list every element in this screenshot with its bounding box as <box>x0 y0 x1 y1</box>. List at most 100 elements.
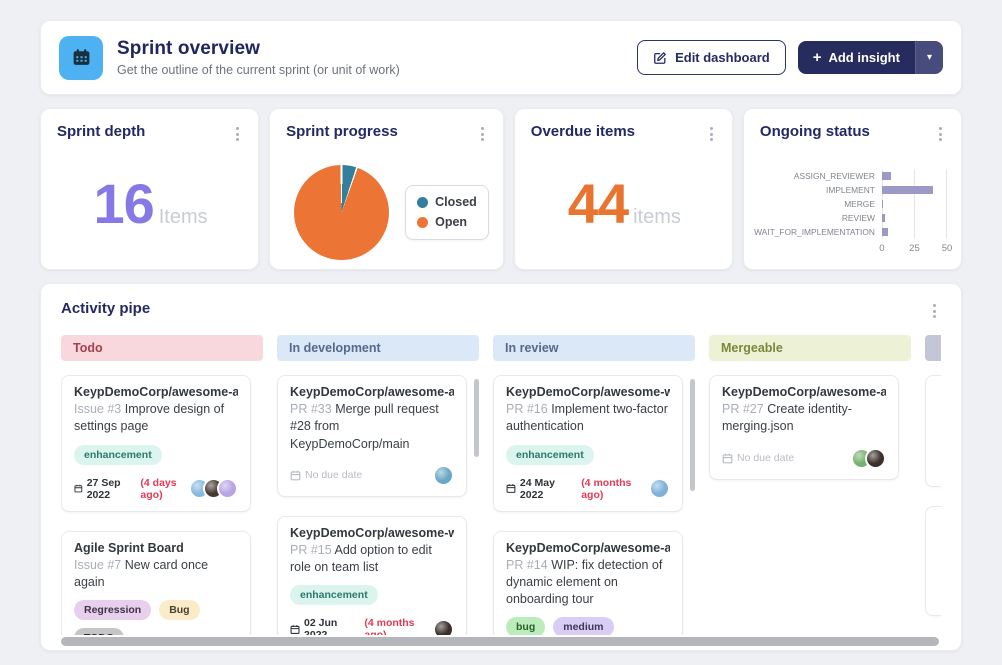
axis-tick-label: 0 <box>879 243 885 254</box>
widget-sprint-depth: Sprint depth 16 Items <box>40 108 260 270</box>
kanban-column-todo: Todo KeypDemoCorp/awesome-ap... Issue #3… <box>61 335 263 635</box>
widget-ongoing-status: Ongoing status ASSIGN_REVIEWER IMPLEMENT… <box>742 108 963 270</box>
bar-category-label: IMPLEMENT <box>826 185 875 195</box>
edit-icon <box>654 51 666 64</box>
kanban-card[interactable] <box>925 506 941 616</box>
card-footer: 02 Jun 2022(4 months ago) <box>290 617 454 635</box>
sprint-progress-pie <box>294 165 390 260</box>
widget-title: Ongoing status <box>759 123 870 140</box>
add-insight-label: Add insight <box>828 50 900 65</box>
bar-track <box>881 197 948 211</box>
kanban-card[interactable]: KeypDemoCorp/awesome-ap... PR #14 WIP: f… <box>493 530 683 635</box>
pie-legend: Closed Open <box>405 185 489 240</box>
due-date: No due date <box>722 452 800 464</box>
kanban-card[interactable]: Agile Sprint Board Issue #7 New card onc… <box>61 530 251 635</box>
kebab-menu-icon[interactable] <box>231 123 244 145</box>
kebab-menu-icon[interactable] <box>934 123 947 145</box>
avatar[interactable] <box>649 478 670 499</box>
due-date: 27 Sep 2022 (4 days ago) <box>74 477 189 501</box>
kanban-card[interactable] <box>925 375 941 487</box>
card-footer: No due date <box>290 464 454 486</box>
chevron-down-icon: ▾ <box>926 52 932 63</box>
tag-enhancement[interactable]: enhancement <box>506 444 594 465</box>
tag-enhancement[interactable]: enhancement <box>290 585 378 606</box>
tag-regression[interactable]: Regression <box>74 600 152 620</box>
column-cards <box>925 375 941 635</box>
tag-medium[interactable]: medium <box>553 617 614 635</box>
kebab-menu-icon[interactable] <box>705 123 718 145</box>
header-text: Sprint overview Get the outline of the c… <box>117 38 400 77</box>
avatar-group <box>649 478 670 499</box>
avatar[interactable] <box>865 447 886 469</box>
card-description: Issue #3 Improve design of settings page <box>74 401 238 436</box>
kanban-column-in-development: In development KeypDemoCorp/awesome-ap..… <box>277 335 479 635</box>
column-header-in-development: In development <box>277 335 479 361</box>
card-repo: KeypDemoCorp/awesome-ap... <box>290 385 454 399</box>
card-repo: KeypDemoCorp/awesome-api-... <box>722 385 886 399</box>
card-description: PR #33 Merge pull request #28 from KeypD… <box>290 401 454 453</box>
card-repo: KeypDemoCorp/awesome-ap... <box>74 385 238 399</box>
avatar[interactable] <box>433 618 454 635</box>
kebab-menu-icon[interactable] <box>928 300 941 322</box>
tag-list: enhancement <box>74 444 238 465</box>
legend-dot <box>417 216 429 228</box>
due-date: No due date <box>290 469 368 481</box>
add-insight-dropdown-button[interactable]: ▾ <box>914 41 943 74</box>
card-ref: Issue #3 <box>74 402 122 416</box>
tag-enhancement[interactable]: enhancement <box>74 444 162 465</box>
kanban-column-in-review: In review KeypDemoCorp/awesome-w... PR #… <box>493 335 695 635</box>
overdue-items-value: 44 <box>567 172 629 235</box>
tag-bug[interactable]: Bug <box>159 600 200 620</box>
kanban-card[interactable]: KeypDemoCorp/awesome-api-... PR #27 Crea… <box>709 375 899 480</box>
widget-title: Sprint depth <box>57 123 146 140</box>
avatar[interactable] <box>433 464 454 486</box>
card-ref: Issue #7 <box>74 557 122 572</box>
column-header-mergeable: Mergeable <box>709 335 911 361</box>
calendar-icon <box>506 484 516 493</box>
widget-title: Overdue items <box>530 123 636 140</box>
overdue-items-unit: items <box>633 206 681 228</box>
legend-item-closed: Closed <box>417 193 477 212</box>
tag-todo[interactable]: TODO <box>74 628 125 635</box>
card-description: PR #14 WIP: fix detection of dynamic ele… <box>506 557 670 609</box>
add-insight-split-button: + Add insight ▾ <box>797 41 943 74</box>
tag-bug[interactable]: bug <box>506 617 546 635</box>
kanban-card[interactable]: KeypDemoCorp/awesome-ap... PR #33 Merge … <box>277 375 467 497</box>
kanban-card[interactable]: KeypDemoCorp/awesome-w... PR #16 Impleme… <box>493 375 683 512</box>
bar <box>881 200 884 208</box>
axis-tick-label: 25 <box>909 243 920 254</box>
avatar[interactable] <box>217 478 238 499</box>
edit-dashboard-label: Edit dashboard <box>675 50 770 65</box>
calendar-icon <box>74 484 83 493</box>
column-cards: KeypDemoCorp/awesome-ap... Issue #3 Impr… <box>61 375 263 635</box>
widget-overdue-items: Overdue items 44 items <box>513 108 733 270</box>
bar-category-label: WAIT_FOR_IMPLEMENTATION <box>754 227 875 237</box>
card-description: PR #27 Create identity-merging.json <box>722 401 886 436</box>
card-repo: KeypDemoCorp/awesome-ap... <box>506 540 670 555</box>
due-date: 24 May 2022 (4 months ago) <box>506 477 649 501</box>
tag-list: enhancement <box>290 585 454 606</box>
activity-pipe-panel: Activity pipe Todo KeypDemoCorp/awesome-… <box>40 283 962 651</box>
calendar-icon <box>290 470 301 481</box>
add-insight-button[interactable]: + Add insight <box>797 41 915 74</box>
column-header-in-review: In review <box>493 335 695 361</box>
calendar-icon <box>59 35 103 80</box>
calendar-icon <box>722 453 733 463</box>
edit-dashboard-button[interactable]: Edit dashboard <box>637 40 786 75</box>
widget-title: Sprint progress <box>286 123 398 140</box>
x-axis: 0 25 50 <box>760 239 952 257</box>
legend-item-open: Open <box>417 213 477 232</box>
overdue-items-stat: 44 items <box>531 171 718 236</box>
horizontal-scrollbar[interactable] <box>61 637 939 646</box>
kanban-card[interactable]: KeypDemoCorp/awesome-ap... Issue #3 Impr… <box>61 375 251 512</box>
bar <box>881 214 885 222</box>
column-scrollbar[interactable] <box>474 379 479 457</box>
column-cards: KeypDemoCorp/awesome-api-... PR #27 Crea… <box>709 375 911 480</box>
axis-tick-label: 50 <box>941 243 953 254</box>
legend-dot <box>417 197 429 209</box>
column-scrollbar[interactable] <box>690 379 695 491</box>
column-header-partial <box>925 335 941 361</box>
kebab-menu-icon[interactable] <box>476 123 489 145</box>
card-description: PR #15 Add option to edit role on team l… <box>290 542 454 577</box>
kanban-card[interactable]: KeypDemoCorp/awesome-w... PR #15 Add opt… <box>277 515 467 635</box>
